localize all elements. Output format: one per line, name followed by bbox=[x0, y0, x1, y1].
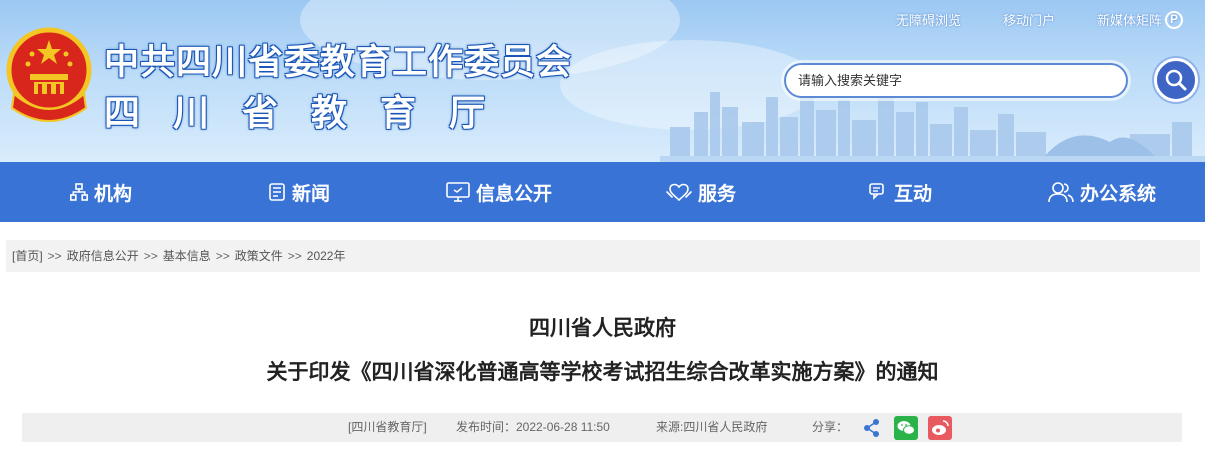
nav-item-organization[interactable]: 机构 bbox=[70, 162, 132, 222]
accessibility-link[interactable]: 无障碍浏览 bbox=[896, 10, 961, 29]
nav-item-interaction[interactable]: 互动 bbox=[868, 162, 932, 222]
monitor-icon bbox=[446, 182, 470, 202]
org-title: 中共四川省委教育工作委员会 bbox=[104, 43, 573, 83]
chat-icon bbox=[869, 183, 884, 200]
breadcrumb-separator: >> bbox=[143, 249, 158, 263]
search-input[interactable]: 请输入搜索关键字 bbox=[784, 63, 1128, 98]
new-media-link[interactable]: 新媒体矩阵 bbox=[1097, 10, 1183, 29]
breadcrumb-basic-info[interactable]: 基本信息 bbox=[163, 249, 211, 263]
nav-item-services[interactable]: 服务 bbox=[666, 162, 736, 222]
breadcrumb-year[interactable]: 2022年 bbox=[307, 249, 346, 263]
breadcrumb-separator: >> bbox=[47, 249, 62, 263]
breadcrumb-gov-info[interactable]: 政府信息公开 bbox=[67, 249, 139, 263]
nav-label-info-disclosure: 信息公开 bbox=[476, 182, 553, 205]
breadcrumb-separator: >> bbox=[287, 249, 302, 263]
top-links: 无障碍浏览 移动门户 新媒体矩阵 bbox=[854, 10, 1183, 29]
org-chart-icon bbox=[70, 183, 88, 201]
nav-item-office-system[interactable]: 办公系统 bbox=[1048, 162, 1156, 222]
mobile-portal-link[interactable]: 移动门户 bbox=[1003, 10, 1055, 29]
share-label: 分享： bbox=[812, 420, 849, 434]
newspaper-icon bbox=[269, 183, 285, 201]
breadcrumb-home[interactable]: [首页] bbox=[12, 249, 43, 263]
share-weibo-button[interactable] bbox=[928, 416, 952, 440]
breadcrumb: [首页] >> 政府信息公开 >> 基本信息 >> 政策文件 >> 2022年 bbox=[6, 240, 1200, 272]
search-button[interactable] bbox=[1154, 58, 1198, 102]
nav-label-organization: 机构 bbox=[94, 182, 133, 205]
publish-time: 发布时间：2022-06-28 11:50 bbox=[456, 420, 610, 434]
breadcrumb-separator: >> bbox=[215, 249, 230, 263]
wechat-icon bbox=[897, 421, 915, 435]
new-media-link-label: 新媒体矩阵 bbox=[1096, 13, 1162, 28]
mobile-portal-link-label: 移动门户 bbox=[1002, 13, 1055, 28]
nav-item-news[interactable]: 新闻 bbox=[268, 162, 330, 222]
users-icon bbox=[1048, 182, 1074, 203]
nav-label-services: 服务 bbox=[698, 182, 737, 205]
search-icon bbox=[1165, 69, 1187, 91]
article-origin: 来源:四川省人民政府 bbox=[656, 420, 768, 434]
share-generic-button[interactable] bbox=[860, 416, 884, 440]
source-tag: [四川省教育厅] bbox=[348, 420, 427, 434]
nav-item-info-disclosure[interactable]: 信息公开 bbox=[446, 162, 552, 222]
national-emblem-icon bbox=[6, 27, 92, 122]
main-nav: 机构 新闻 信息公开 服务 互动 办公系统 bbox=[0, 162, 1205, 222]
article-title-issuer: 四川省人民政府 bbox=[529, 316, 676, 340]
dept-title: 四川省教育厅 bbox=[104, 93, 519, 134]
p-circle-icon bbox=[1165, 10, 1183, 29]
article-title: 关于印发《四川省深化普通高等学校考试招生综合改革实施方案》的通知 bbox=[266, 360, 939, 384]
nav-label-news: 新闻 bbox=[292, 182, 331, 205]
nav-label-office-system: 办公系统 bbox=[1080, 182, 1157, 205]
handshake-icon bbox=[666, 183, 692, 202]
accessibility-link-label: 无障碍浏览 bbox=[895, 13, 961, 28]
nav-label-interaction: 互动 bbox=[894, 182, 933, 205]
share-icon bbox=[864, 419, 879, 437]
breadcrumb-policy-docs[interactable]: 政策文件 bbox=[235, 249, 283, 263]
share-wechat-button[interactable] bbox=[894, 416, 918, 440]
weibo-icon bbox=[932, 420, 949, 435]
article-meta-bar: [四川省教育厅] 发布时间：2022-06-28 11:50 来源:四川省人民政… bbox=[22, 413, 1182, 442]
header-banner: 中共四川省委教育工作委员会 四川省教育厅 无障碍浏览 移动门户 新媒体矩阵 请输… bbox=[0, 0, 1205, 162]
